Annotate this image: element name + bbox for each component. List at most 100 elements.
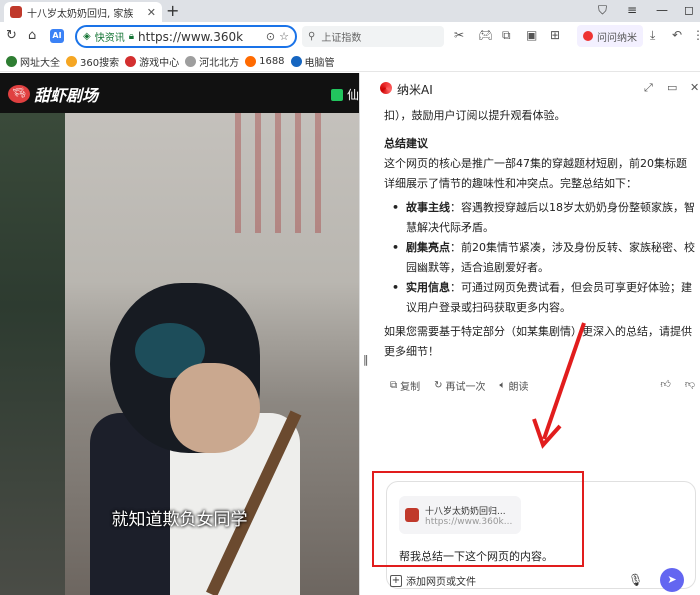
- summary-heading: 总结建议: [384, 137, 428, 150]
- bookmark-label: 游戏中心: [139, 58, 180, 69]
- list-item: 故事主线：容遇教授穿越后以18岁太奶奶身份整顿家族，智慧解决代际矛盾。: [392, 198, 696, 238]
- site-name: 甜虾剧场: [34, 86, 99, 105]
- address-bar[interactable]: ◈ 快资讯 🔒︎ https://www.360k ⊙ ☆: [75, 25, 297, 48]
- bookmark-item[interactable]: 游戏中心: [125, 54, 179, 69]
- restore-icon[interactable]: ◻: [684, 3, 694, 17]
- microphone-icon[interactable]: 🎙︎: [628, 573, 643, 587]
- browser-tab[interactable]: 十八岁太奶奶回归, 家族 ✕: [4, 2, 162, 22]
- bookmark-label: 360搜索: [80, 58, 120, 69]
- webpage-context-card[interactable]: 十八岁太奶奶回归... https://www.360k...: [399, 496, 521, 534]
- wenwen-nami-button[interactable]: 问问纳米: [577, 25, 643, 47]
- list-item-label: 剧集亮点: [406, 241, 450, 254]
- ai-panel-header: 纳米AI ⤢ ▭ ✕: [372, 73, 700, 103]
- chat-icon[interactable]: ▣: [526, 28, 537, 42]
- list-item: 剧集亮点：前20集情节紧凑，涉及身份反转、家族秘密、校园幽默等，适合追剧爱好者。: [392, 238, 696, 278]
- read-aloud-button[interactable]: 🔈︎ 朗读: [500, 378, 529, 393]
- more-icon[interactable]: ⋮: [692, 28, 700, 42]
- nami-logo-icon: [583, 31, 593, 41]
- context-card-title: 十八岁太奶奶回归...: [425, 506, 506, 517]
- bookmark-label: 电脑管: [304, 58, 335, 69]
- translate-icon[interactable]: ⧉: [502, 28, 511, 43]
- bookmark-item[interactable]: 1688: [245, 56, 285, 67]
- summary-list: 故事主线：容遇教授穿越后以18岁太奶奶身份整顿家族，智慧解决代际矛盾。 剧集亮点…: [392, 198, 696, 318]
- app-icon: [330, 88, 343, 101]
- bookmark-icon: [66, 56, 77, 67]
- location-icon[interactable]: ⊙: [266, 30, 275, 43]
- copy-icon: ⧉: [390, 380, 398, 391]
- add-web-or-file-button[interactable]: + 添加网页或文件: [390, 573, 476, 588]
- feedback-group: 👍︎ 👎︎: [660, 378, 695, 390]
- nami-ai-logo-icon: [380, 82, 392, 94]
- bookmark-icon: [245, 56, 257, 67]
- ai-icon[interactable]: AI: [50, 29, 64, 43]
- undo-icon[interactable]: ↶: [672, 28, 682, 42]
- site-logo[interactable]: 🦐︎ 甜虾剧场: [8, 82, 98, 106]
- fast-news-badge[interactable]: 快资讯: [95, 29, 125, 44]
- list-item-label: 实用信息: [406, 281, 450, 294]
- shrimp-logo-icon: 🦐︎: [8, 85, 30, 103]
- thumbs-up-icon[interactable]: 👍︎: [660, 378, 670, 390]
- scissors-icon[interactable]: ✂: [454, 28, 464, 42]
- screen-icon[interactable]: ▭: [667, 81, 677, 94]
- read-label: 朗读: [508, 382, 529, 393]
- bookmark-label: 1688: [259, 56, 285, 67]
- bookmarks-bar: 网址大全 360搜索 游戏中心 河北北方 1688 电脑管: [0, 52, 700, 72]
- game-icon[interactable]: 🎮︎: [478, 28, 493, 42]
- prompt-text[interactable]: 帮我总结一下这个网页的内容。: [399, 548, 553, 564]
- menu-icon[interactable]: ≡: [627, 3, 637, 17]
- send-button[interactable]: ➤: [660, 568, 684, 592]
- close-icon[interactable]: ✕: [690, 81, 699, 94]
- refresh-icon: ↻: [434, 380, 443, 391]
- web-page: 🦐︎ 甜虾剧场 仙 就知道欺负女同学: [0, 73, 359, 595]
- download-icon[interactable]: ⤓: [650, 28, 655, 43]
- search-placeholder: 上证指数: [321, 33, 362, 44]
- tab-close-icon[interactable]: ✕: [147, 6, 156, 19]
- wenwen-label: 问问纳米: [597, 32, 637, 44]
- bookmark-icon: [125, 56, 137, 67]
- site-header: 🦐︎ 甜虾剧场 仙: [0, 73, 359, 113]
- speaker-icon: 🔈︎: [499, 380, 506, 391]
- minimize-icon[interactable]: —: [656, 3, 668, 17]
- list-item-text: ：容遇教授穿越后以18岁太奶奶身份整顿家族，智慧解决代际矛盾。: [406, 201, 695, 234]
- video-player[interactable]: 就知道欺负女同学: [0, 113, 359, 595]
- lock-icon: 🔒︎: [128, 31, 135, 42]
- video-subtitle: 就知道欺负女同学: [111, 510, 248, 530]
- retry-button[interactable]: ↻ 再试一次: [434, 378, 485, 393]
- star-icon[interactable]: ☆: [279, 30, 289, 43]
- home-icon[interactable]: ⌂: [28, 28, 36, 43]
- context-card-url: https://www.360k...: [425, 516, 513, 527]
- grid-icon[interactable]: ⊞: [550, 28, 560, 42]
- drag-handle-icon[interactable]: ‖: [363, 353, 369, 366]
- bookmark-item[interactable]: 网址大全: [6, 54, 60, 69]
- bookmark-icon: [6, 56, 17, 67]
- copy-label: 复制: [400, 382, 421, 393]
- shield-icon: ◈: [83, 31, 91, 42]
- bookmark-label: 河北北方: [199, 58, 240, 69]
- copy-button[interactable]: ⧉ 复制: [390, 378, 420, 393]
- panel-divider[interactable]: ‖: [359, 73, 372, 595]
- expand-icon[interactable]: ⤢: [644, 81, 653, 95]
- new-tab-button[interactable]: +: [166, 1, 179, 20]
- site-header-button[interactable]: 仙: [330, 86, 359, 103]
- response-intro: 扣），鼓励用户订阅以提升观看体验。: [384, 109, 566, 122]
- plus-icon: +: [390, 574, 402, 587]
- bookmark-icon: [185, 56, 197, 67]
- search-input[interactable]: ⚲ 上证指数: [302, 26, 444, 47]
- thumbs-down-icon[interactable]: 👎︎: [685, 378, 695, 390]
- list-item-label: 故事主线: [406, 201, 450, 214]
- tab-title: 十八岁太奶奶回归, 家族: [27, 8, 134, 20]
- figure-face: [170, 363, 260, 453]
- ai-panel-title: 纳米AI: [397, 83, 433, 97]
- bookmark-item[interactable]: 360搜索: [66, 54, 119, 69]
- bookmark-item[interactable]: 电脑管: [290, 54, 335, 69]
- background-railing: [235, 113, 335, 233]
- summary-paragraph: 这个网页的核心是推广一部47集的穿越题材短剧，前20集标题详细展示了情节的趣味性…: [384, 157, 687, 190]
- url-text[interactable]: https://www.360k: [138, 30, 262, 44]
- bookmark-label: 网址大全: [20, 58, 60, 69]
- shirt-icon[interactable]: ⛉: [598, 3, 607, 18]
- navigation-bar: ↻ ⌂ AI ◈ 快资讯 🔒︎ https://www.360k ⊙ ☆ ⚲ 上…: [0, 22, 700, 52]
- reload-icon[interactable]: ↻: [6, 28, 17, 43]
- bookmark-item[interactable]: 河北北方: [185, 54, 239, 69]
- retry-label: 再试一次: [445, 382, 486, 393]
- site-favicon-icon: [405, 508, 419, 522]
